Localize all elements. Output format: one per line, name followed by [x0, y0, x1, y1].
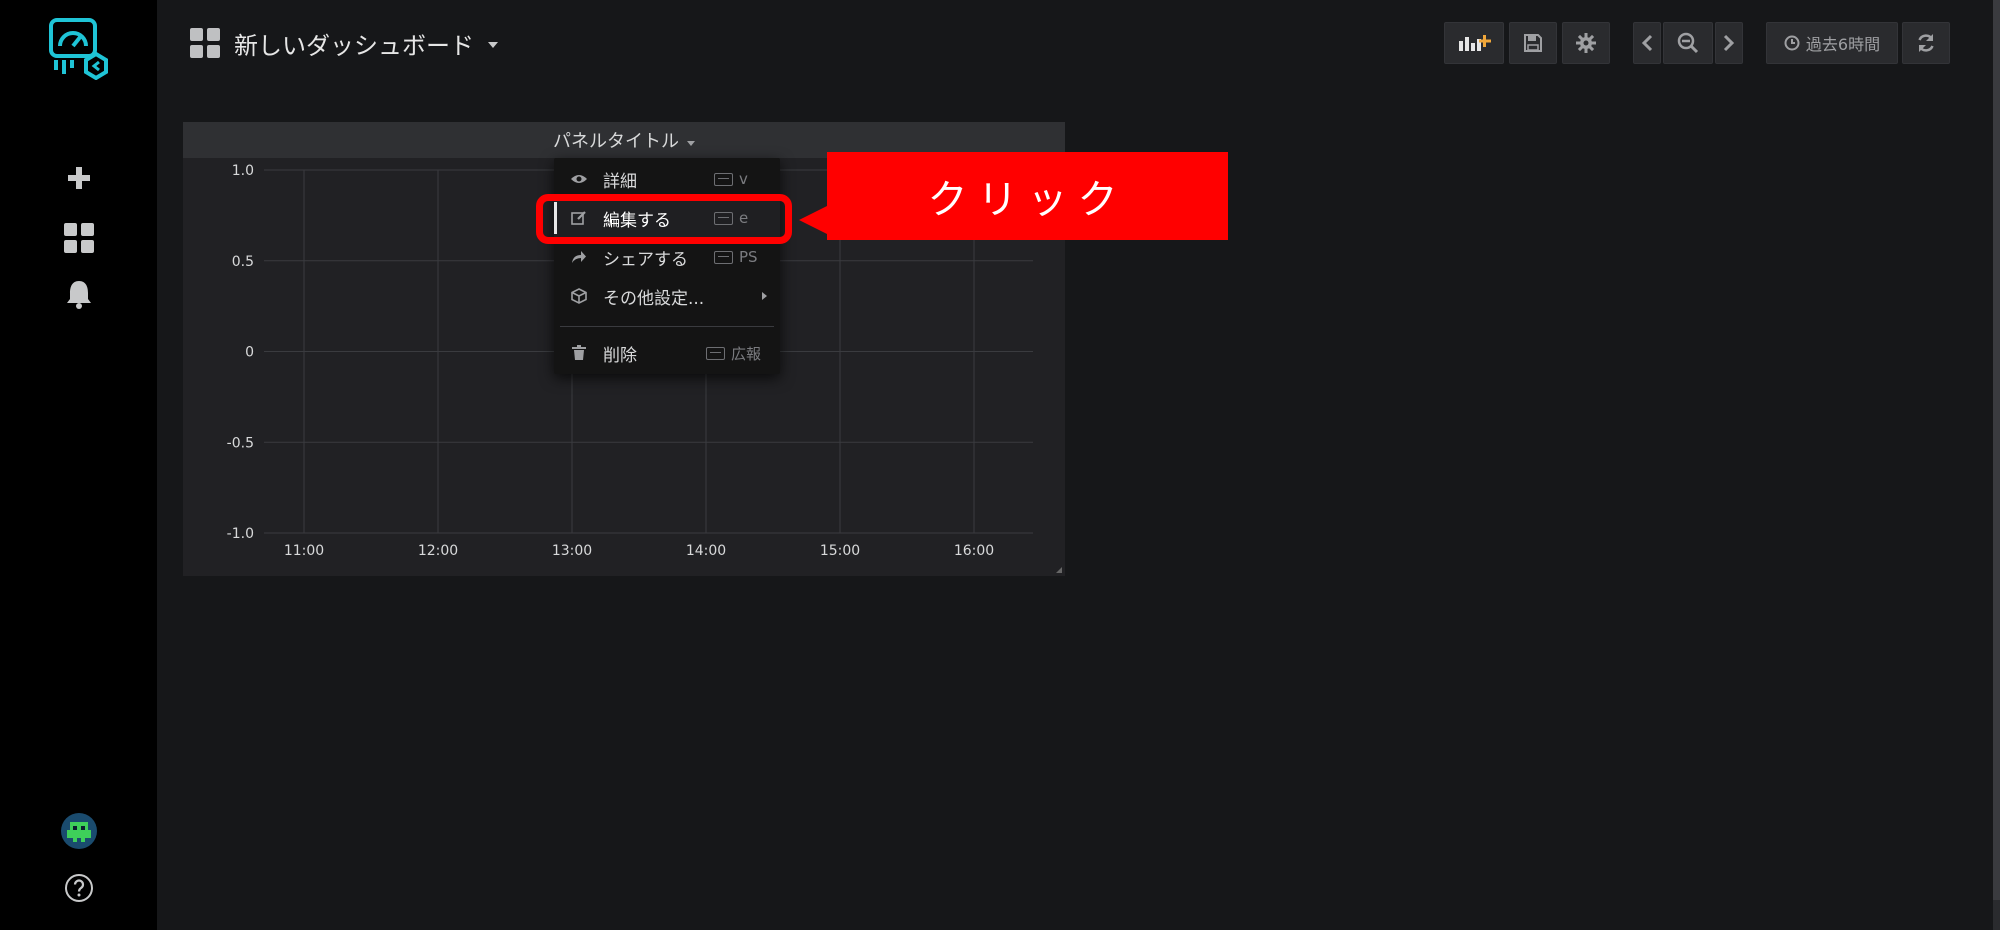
grafana-logo[interactable] [0, 12, 157, 84]
dashboard-grid-icon [190, 28, 220, 58]
y-tick-label: 1.0 [232, 163, 254, 179]
settings-button[interactable] [1562, 22, 1610, 64]
chevron-down-icon [687, 140, 695, 146]
dashboard-grid-icon [63, 223, 94, 253]
keyboard-icon [714, 250, 733, 264]
menu-divider [560, 326, 774, 327]
share-icon [570, 248, 588, 266]
y-tick-label: -0.5 [227, 435, 254, 451]
save-icon [1524, 34, 1542, 52]
x-tick-label: 14:00 [686, 543, 726, 559]
chevron-left-icon [1641, 34, 1653, 52]
zoom-out-button[interactable] [1663, 22, 1713, 64]
panel-resize-handle[interactable] [1056, 567, 1062, 573]
page-scrollbar[interactable] [1993, 0, 2000, 930]
panel-menu: 詳細 v 編集する e シェアする PS その他設定... 削除 広報 [554, 158, 780, 374]
gear-icon [1576, 33, 1596, 53]
menu-item-more[interactable]: その他設定... [554, 277, 780, 315]
grafana-logo-icon [48, 18, 108, 80]
keyboard-icon [706, 346, 725, 360]
menu-item-label: シェアする [603, 249, 688, 270]
y-tick-label: 0.5 [232, 254, 254, 270]
bell-icon [66, 281, 91, 309]
plus-icon [67, 167, 90, 189]
click-callout: クリック [799, 152, 1228, 240]
x-tick-label: 11:00 [284, 543, 324, 559]
menu-item-view[interactable]: 詳細 v [554, 160, 780, 198]
x-tick-label: 13:00 [552, 543, 592, 559]
alerting-button[interactable] [0, 276, 157, 312]
add-panel-button[interactable] [1444, 22, 1504, 64]
save-dashboard-button[interactable] [1509, 22, 1557, 64]
menu-item-label: 削除 [603, 345, 637, 366]
time-shift-back-button[interactable] [1633, 22, 1661, 64]
menu-item-label: その他設定... [603, 288, 705, 309]
refresh-button[interactable] [1902, 22, 1950, 64]
callout-text: クリック [927, 177, 1128, 223]
zoom-out-icon [1677, 32, 1699, 54]
x-tick-label: 15:00 [820, 543, 860, 559]
chevron-right-icon [1723, 34, 1735, 52]
eye-icon [570, 170, 588, 188]
user-avatar[interactable] [0, 810, 157, 852]
chevron-right-icon [762, 292, 767, 300]
create-plus-button[interactable] [0, 160, 157, 196]
dashboard-title: 新しいダッシュボード [234, 31, 474, 60]
help-button[interactable] [0, 870, 157, 906]
time-range-label: 過去6時間 [1805, 35, 1881, 54]
sidebar [0, 0, 157, 930]
clock-icon [1784, 35, 1800, 51]
shortcut-key: v [739, 170, 748, 188]
chevron-down-icon [488, 42, 498, 48]
refresh-icon [1918, 34, 1934, 52]
panel-title: パネルタイトル [553, 131, 679, 152]
menu-item-remove[interactable]: 削除 広報 [554, 334, 780, 372]
y-tick-label: 0 [245, 345, 254, 361]
y-tick-label: -1.0 [227, 526, 254, 542]
menu-item-label: 詳細 [603, 171, 637, 192]
edit-highlight-box [536, 194, 792, 244]
shortcut-key: PS [739, 248, 758, 266]
x-tick-label: 12:00 [418, 543, 458, 559]
trash-icon [570, 344, 588, 362]
cube-icon [570, 287, 588, 305]
question-icon [64, 874, 93, 902]
time-shift-forward-button[interactable] [1715, 22, 1743, 64]
shortcut-hint: v [714, 170, 748, 188]
shortcut-hint: 広報 [706, 343, 761, 364]
shortcut-key: 広報 [731, 344, 762, 363]
keyboard-icon [714, 172, 733, 186]
add-panel-icon [1459, 35, 1491, 51]
x-tick-label: 16:00 [954, 543, 994, 559]
avatar-icon [60, 813, 97, 849]
shortcut-hint: PS [714, 248, 758, 266]
dashboards-button[interactable] [0, 220, 157, 256]
scrollbar-thumb[interactable] [1993, 0, 2000, 900]
time-range-picker[interactable]: 過去6時間 [1766, 22, 1898, 64]
dashboard-picker[interactable]: 新しいダッシュボード [190, 22, 498, 64]
